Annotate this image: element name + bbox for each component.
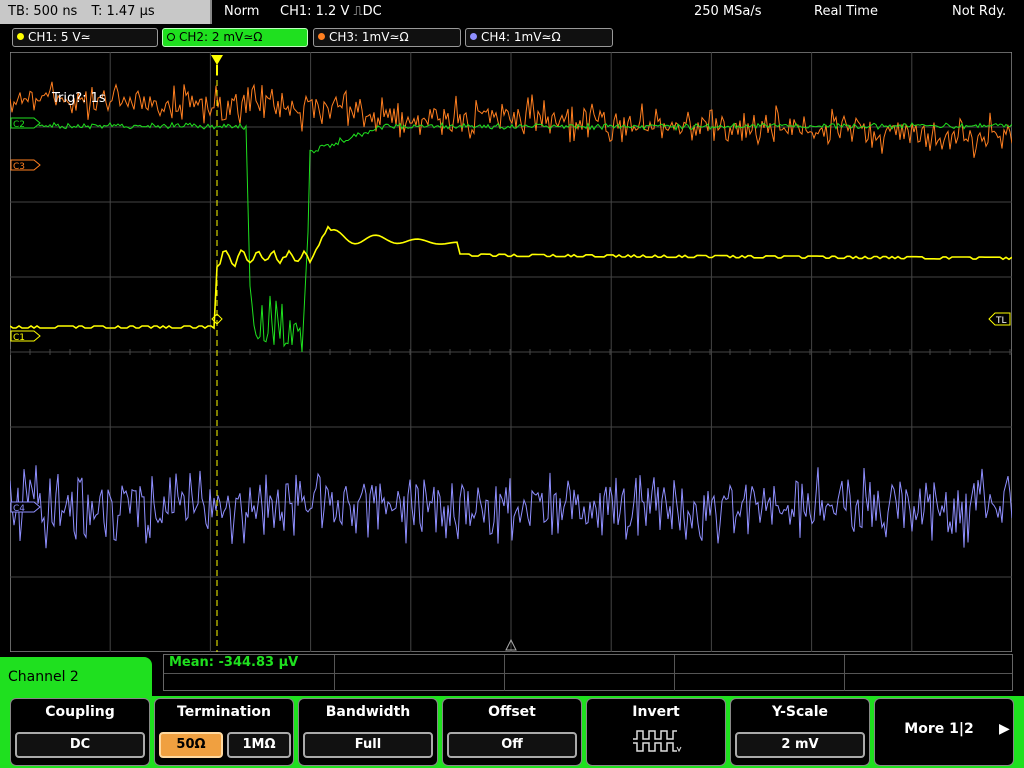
ch2-color-dot [167,32,175,41]
termination-50-ohm-option[interactable]: 50Ω [159,732,223,758]
c3-marker-label: C3 [13,162,25,172]
invert-softkey[interactable]: Invert [586,698,726,766]
measurement-divider [334,655,335,691]
acquisition-mode: Real Time [814,4,878,19]
channel-tab-ch2[interactable]: CH2: 2 mV≃Ω [162,28,308,47]
offset-value[interactable]: Off [447,732,577,758]
termination-title: Termination [177,704,271,720]
y-scale-value[interactable]: 2 mV [735,732,865,758]
measurement-divider [674,655,675,691]
coupling-title: Coupling [45,704,115,720]
y-scale-title: Y-Scale [771,704,828,720]
c1-marker-label: C1 [13,333,25,343]
trigger-time-value: T: 1.47 µs [91,4,155,19]
trigger-info[interactable]: CH1: 1.2 V ⎍DC [280,3,382,21]
bandwidth-title: Bandwidth [325,704,411,720]
measurement-divider [844,655,845,691]
channel-tab-ch4[interactable]: CH4: 1mV≃Ω [465,28,613,47]
channel-tab-ch1[interactable]: CH1: 5 V≃ [12,28,158,47]
coupling-value[interactable]: DC [15,732,145,758]
trigger-wait-text: Trig?: 1s [51,91,106,106]
ch3-color-dot [318,33,325,40]
c2-marker-label: C2 [13,120,25,130]
measurement-divider-h [164,673,1012,674]
next-page-icon: ▶ [999,721,1010,737]
ch2-label: CH2: 2 mV≃Ω [179,30,263,44]
ch1-label: CH1: 5 V≃ [28,30,91,44]
bandwidth-value[interactable]: Full [303,732,433,758]
trigger-level-label: TL [995,316,1007,326]
termination-1m-ohm-option[interactable]: 1MΩ [227,732,291,758]
ready-status: Not Rdy. [952,4,1007,19]
ch4-label: CH4: 1mV≃Ω [481,30,561,44]
more-softkey[interactable]: More 1|2 ▶ [874,698,1014,766]
menu-title-tab: Channel 2 [0,657,152,697]
trigger-mode[interactable]: Norm [224,3,259,21]
sample-rate: 250 MSa/s [694,4,762,19]
channel-tab-ch3[interactable]: CH3: 1mV≃Ω [313,28,461,47]
bandwidth-softkey[interactable]: Bandwidth Full [298,698,438,766]
timebase-box[interactable]: TB: 500 ns T: 1.47 µs [0,0,212,24]
invert-waveform-icon [633,730,682,753]
timebase-value: TB: 500 ns [8,4,78,19]
termination-softkey[interactable]: Termination 50Ω 1MΩ [154,698,294,766]
offset-title: Offset [488,704,536,720]
trigger-position-stem [216,65,218,75]
more-label: More 1|2 [904,721,974,737]
ch1-color-dot [17,33,24,40]
ch3-label: CH3: 1mV≃Ω [329,30,409,44]
ch4-color-dot [470,33,477,40]
status-bar: TB: 500 ns T: 1.47 µs Norm CH1: 1.2 V ⎍D… [0,0,1024,26]
y-scale-softkey[interactable]: Y-Scale 2 mV [730,698,870,766]
c4-marker-label: C4 [13,504,25,514]
invert-title: Invert [632,704,680,720]
coupling-softkey[interactable]: Coupling DC [10,698,150,766]
offset-softkey[interactable]: Offset Off [442,698,582,766]
mean-measurement: Mean: -344.83 µV [169,655,299,670]
waveform-display[interactable]: C2 C3 C1 C4 TL Trig?: 1s [10,52,1012,652]
measurement-divider [504,655,505,691]
measurement-panel: Mean: -344.83 µV [163,654,1013,691]
